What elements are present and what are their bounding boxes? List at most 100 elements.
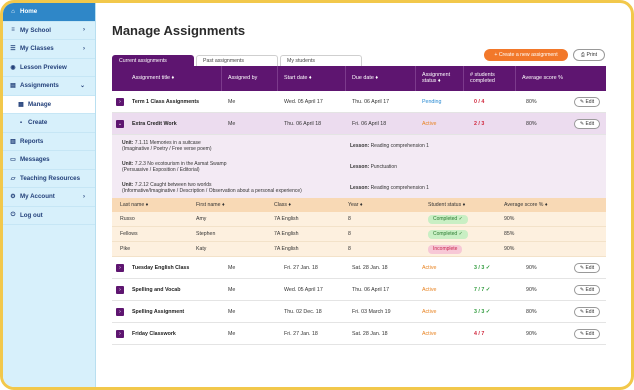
edit-button[interactable]: ✎ Edit xyxy=(574,306,600,317)
student-status-badge: Completed ✓ xyxy=(428,214,468,224)
assigned-by: Me xyxy=(228,308,236,315)
account-icon: ⚙ xyxy=(10,194,16,201)
create-assignment-button[interactable]: + Create a new assignment xyxy=(484,49,568,61)
preview-icon: ◉ xyxy=(10,64,16,71)
expand-icon[interactable]: › xyxy=(116,285,124,294)
sidebar-item-reports[interactable]: ▥ Reports xyxy=(3,133,95,151)
header-student-average[interactable]: Average score % ♦ xyxy=(504,198,548,212)
student-class: 7A English xyxy=(274,246,299,252)
assignment-title[interactable]: Friday Classwork xyxy=(132,323,176,344)
header-student-status[interactable]: Student status ♦ xyxy=(428,198,465,212)
header-assignment-status[interactable]: Assignment status ♦ xyxy=(416,66,464,91)
header-start-date[interactable]: Start date ♦ xyxy=(278,66,346,91)
lesson-label: Lesson: xyxy=(350,184,370,191)
sidebar-item-create[interactable]: ▪ Create xyxy=(3,114,95,133)
assignment-title[interactable]: Term 1 Class Assignments xyxy=(132,91,199,112)
due-date: Sat. 28 Jan. 18 xyxy=(352,264,388,271)
edit-button[interactable]: ✎ Edit xyxy=(574,118,600,129)
start-date: Wed. 05 April 17 xyxy=(284,286,323,293)
student-status-badge: Completed ✓ xyxy=(428,229,468,239)
edit-button[interactable]: ✎ Edit xyxy=(574,96,600,107)
unit-tags: (Persuasive / Exposition / Editorial) xyxy=(122,166,200,173)
sidebar-item-manage[interactable]: ▦ Manage xyxy=(3,95,95,114)
table-row[interactable]: › Term 1 Class Assignments Me Wed. 05 Ap… xyxy=(112,91,606,113)
status-badge: Active xyxy=(422,330,437,337)
table-header: Assignment title ♦ Assigned by Start dat… xyxy=(112,66,606,91)
chevron-right-icon: › xyxy=(83,45,85,52)
average-score: 90% xyxy=(526,286,537,293)
start-date: Wed. 05 April 17 xyxy=(284,98,323,105)
assignment-title[interactable]: Tuesday English Class xyxy=(132,257,189,278)
create-icon: ▪ xyxy=(19,119,23,126)
manage-icon: ▦ xyxy=(18,101,24,108)
header-year[interactable]: Year ♦ xyxy=(348,198,363,212)
expand-icon[interactable]: › xyxy=(116,307,124,316)
sidebar-item-assignments[interactable]: ▤ Assignments ⌄ xyxy=(3,77,95,96)
student-table-header: Last name ♦ First name ♦ Class ♦ Year ♦ … xyxy=(112,198,606,212)
assigned-by: Me xyxy=(228,120,236,127)
header-assignment-title[interactable]: Assignment title ♦ xyxy=(112,66,222,91)
sidebar-item-label: My Account xyxy=(20,193,55,201)
edit-button[interactable]: ✎ Edit xyxy=(574,262,600,273)
status-badge: Pending xyxy=(422,98,442,105)
assigned-by: Me xyxy=(228,286,236,293)
expand-icon[interactable]: › xyxy=(116,329,124,338)
table-row[interactable]: › Friday Classwork Me Fri. 27 Jan. 18 Sa… xyxy=(112,323,606,345)
expand-icon[interactable]: › xyxy=(116,97,124,106)
header-first-name[interactable]: First name ♦ xyxy=(196,198,225,212)
start-date: Fri. 27 Jan. 18 xyxy=(284,330,318,337)
sidebar-item-log-out[interactable]: ⏻ Log out xyxy=(3,207,95,225)
chevron-right-icon: › xyxy=(83,193,85,200)
table-row[interactable]: › Tuesday English Class Me Fri. 27 Jan. … xyxy=(112,257,606,279)
collapse-icon[interactable]: ⌄ xyxy=(116,119,124,128)
students-completed: 7 / 7 ✓ xyxy=(474,286,491,293)
due-date: Fri. 03 March 19 xyxy=(352,308,391,315)
student-first-name: Stephen xyxy=(196,231,216,237)
sidebar-item-teaching-resources[interactable]: ▱ Teaching Resources xyxy=(3,170,95,188)
header-students-completed: # students completed xyxy=(464,66,516,91)
sidebar-item-my-account[interactable]: ⚙ My Account › xyxy=(3,188,95,207)
student-row[interactable]: Pike Katy 7A English 8 Incomplete 90% xyxy=(112,242,606,257)
table-row[interactable]: › Spelling Assignment Me Thu. 02 Dec. 18… xyxy=(112,301,606,323)
tab-current-assignments[interactable]: Current assignments xyxy=(112,55,194,66)
assignment-title[interactable]: Spelling and Vocab xyxy=(132,279,180,300)
table-row-expanded[interactable]: ⌄ Extra Credit Work Me Thu. 06 April 18 … xyxy=(112,113,606,135)
student-average: 85% xyxy=(504,231,515,237)
student-row[interactable]: Russo Amy 7A English 8 Completed ✓ 90% xyxy=(112,212,606,227)
home-icon: ⌂ xyxy=(11,8,15,15)
sidebar-item-my-school[interactable]: ≡ My School › xyxy=(3,22,95,40)
expand-icon[interactable]: › xyxy=(116,263,124,272)
sidebar-item-home[interactable]: ⌂ Home xyxy=(3,3,95,22)
assignments-table: Assignment title ♦ Assigned by Start dat… xyxy=(112,66,606,345)
edit-button[interactable]: ✎ Edit xyxy=(574,328,600,339)
edit-button[interactable]: ✎ Edit xyxy=(574,284,600,295)
list-icon: ≡ xyxy=(11,27,15,34)
assignment-title[interactable]: Spelling Assignment xyxy=(132,301,184,322)
student-class: 7A English xyxy=(274,231,299,237)
sidebar-item-lesson-preview[interactable]: ◉ Lesson Preview xyxy=(3,59,95,77)
header-last-name[interactable]: Last name ♦ xyxy=(120,198,148,212)
average-score: 80% xyxy=(526,120,537,127)
student-row[interactable]: Fellows Stephen 7A English 8 Completed ✓… xyxy=(112,227,606,242)
print-button[interactable]: ⎙ Print xyxy=(573,49,605,61)
start-date: Thu. 02 Dec. 18 xyxy=(284,308,322,315)
students-completed: 0 / 4 xyxy=(474,98,485,105)
assignment-title[interactable]: Extra Credit Work xyxy=(132,113,177,134)
student-last-name: Fellows xyxy=(120,231,138,237)
table-row[interactable]: › Spelling and Vocab Me Wed. 05 April 17… xyxy=(112,279,606,301)
header-class[interactable]: Class ♦ xyxy=(274,198,291,212)
lesson-name: Reading comprehension 1 xyxy=(370,142,429,149)
sidebar-item-label: Home xyxy=(20,8,38,16)
sidebar-item-label: Messages xyxy=(20,156,50,164)
status-badge: Active xyxy=(422,120,437,127)
tab-past-assignments[interactable]: Past assignments xyxy=(196,55,278,66)
sidebar-item-messages[interactable]: ▭ Messages xyxy=(3,151,95,170)
header-due-date[interactable]: Due date ♦ xyxy=(346,66,416,91)
unit-tags: (Imaginative / Poetry / Free verse poem) xyxy=(122,145,212,152)
app-frame: ⌂ Home ≡ My School › ☰ My Classes › ◉ Le… xyxy=(0,0,634,390)
tab-my-students[interactable]: My students xyxy=(280,55,362,66)
sidebar-item-label: Manage xyxy=(28,100,52,108)
student-year: 8 xyxy=(348,216,351,222)
sidebar-item-my-classes[interactable]: ☰ My Classes › xyxy=(3,40,95,59)
sidebar-item-label: Teaching Resources xyxy=(20,174,81,182)
